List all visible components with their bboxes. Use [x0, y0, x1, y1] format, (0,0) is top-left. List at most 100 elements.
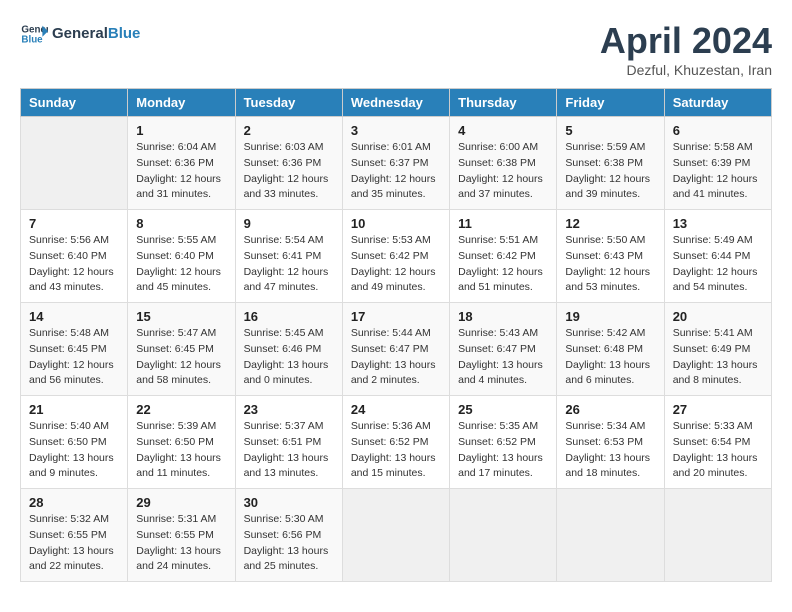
calendar-cell	[664, 489, 771, 582]
day-info: Sunrise: 5:34 AM Sunset: 6:53 PM Dayligh…	[565, 419, 655, 482]
day-number: 26	[565, 402, 655, 417]
calendar-week-1: 1 Sunrise: 6:04 AM Sunset: 6:36 PM Daylig…	[21, 117, 772, 210]
day-info: Sunrise: 6:00 AM Sunset: 6:38 PM Dayligh…	[458, 140, 548, 203]
calendar-week-5: 28Sunrise: 5:32 AM Sunset: 6:55 PM Dayli…	[21, 489, 772, 582]
day-info: Sunrise: 5:54 AM Sunset: 6:41 PM Dayligh…	[244, 233, 334, 296]
day-number: 14	[29, 309, 119, 324]
calendar-cell: 19 Sunrise: 5:42 AM Sunset: 6:48 PM Dayli…	[557, 303, 664, 396]
day-number: 8	[136, 216, 226, 231]
calendar-cell: 13 Sunrise: 5:49 AM Sunset: 6:44 PM Dayli…	[664, 210, 771, 303]
day-number: 23	[244, 402, 334, 417]
day-number: 1	[136, 123, 226, 138]
calendar-cell: 14 Sunrise: 5:48 AM Sunset: 6:45 PM Dayli…	[21, 303, 128, 396]
calendar-cell: 1 Sunrise: 6:04 AM Sunset: 6:36 PM Daylig…	[128, 117, 235, 210]
day-info: Sunrise: 5:33 AM Sunset: 6:54 PM Dayligh…	[673, 419, 763, 482]
calendar-cell	[21, 117, 128, 210]
day-info: Sunrise: 5:37 AM Sunset: 6:51 PM Dayligh…	[244, 419, 334, 482]
calendar-cell: 16Sunrise: 5:45 AM Sunset: 6:46 PM Dayli…	[235, 303, 342, 396]
weekday-saturday: Saturday	[664, 89, 771, 117]
day-info: Sunrise: 6:01 AM Sunset: 6:37 PM Dayligh…	[351, 140, 441, 203]
calendar-cell: 15 Sunrise: 5:47 AM Sunset: 6:45 PM Dayli…	[128, 303, 235, 396]
title-block: April 2024 Dezful, Khuzestan, Iran	[600, 20, 772, 78]
calendar-cell: 4 Sunrise: 6:00 AM Sunset: 6:38 PM Daylig…	[450, 117, 557, 210]
calendar-cell: 25 Sunrise: 5:35 AM Sunset: 6:52 PM Dayli…	[450, 396, 557, 489]
day-info: Sunrise: 6:03 AM Sunset: 6:36 PM Dayligh…	[244, 140, 334, 203]
day-number: 2	[244, 123, 334, 138]
day-number: 17	[351, 309, 441, 324]
day-number: 28	[29, 495, 119, 510]
day-info: Sunrise: 5:31 AM Sunset: 6:55 PM Dayligh…	[136, 512, 226, 575]
day-number: 20	[673, 309, 763, 324]
day-number: 29	[136, 495, 226, 510]
day-info: Sunrise: 5:43 AM Sunset: 6:47 PM Dayligh…	[458, 326, 548, 389]
calendar-cell: 17Sunrise: 5:44 AM Sunset: 6:47 PM Dayli…	[342, 303, 449, 396]
day-number: 18	[458, 309, 548, 324]
calendar-cell: 24Sunrise: 5:36 AM Sunset: 6:52 PM Dayli…	[342, 396, 449, 489]
day-number: 4	[458, 123, 548, 138]
day-number: 30	[244, 495, 334, 510]
day-number: 22	[136, 402, 226, 417]
calendar-cell: 26 Sunrise: 5:34 AM Sunset: 6:53 PM Dayli…	[557, 396, 664, 489]
calendar-cell	[557, 489, 664, 582]
day-info: Sunrise: 5:55 AM Sunset: 6:40 PM Dayligh…	[136, 233, 226, 296]
day-number: 3	[351, 123, 441, 138]
weekday-sunday: Sunday	[21, 89, 128, 117]
day-info: Sunrise: 5:59 AM Sunset: 6:38 PM Dayligh…	[565, 140, 655, 203]
day-info: Sunrise: 5:53 AM Sunset: 6:42 PM Dayligh…	[351, 233, 441, 296]
calendar-cell: 30 Sunrise: 5:30 AM Sunset: 6:56 PM Dayli…	[235, 489, 342, 582]
calendar-week-2: 7 Sunrise: 5:56 AM Sunset: 6:40 PM Daylig…	[21, 210, 772, 303]
calendar-cell: 9 Sunrise: 5:54 AM Sunset: 6:41 PM Daylig…	[235, 210, 342, 303]
calendar-cell	[450, 489, 557, 582]
calendar-cell: 11 Sunrise: 5:51 AM Sunset: 6:42 PM Dayli…	[450, 210, 557, 303]
day-info: Sunrise: 5:35 AM Sunset: 6:52 PM Dayligh…	[458, 419, 548, 482]
day-info: Sunrise: 5:41 AM Sunset: 6:49 PM Dayligh…	[673, 326, 763, 389]
day-info: Sunrise: 5:50 AM Sunset: 6:43 PM Dayligh…	[565, 233, 655, 296]
day-info: Sunrise: 5:47 AM Sunset: 6:45 PM Dayligh…	[136, 326, 226, 389]
calendar-cell: 27 Sunrise: 5:33 AM Sunset: 6:54 PM Dayli…	[664, 396, 771, 489]
day-number: 19	[565, 309, 655, 324]
day-number: 7	[29, 216, 119, 231]
day-number: 27	[673, 402, 763, 417]
day-number: 25	[458, 402, 548, 417]
day-number: 5	[565, 123, 655, 138]
calendar-table: SundayMondayTuesdayWednesdayThursdayFrid…	[20, 88, 772, 582]
weekday-wednesday: Wednesday	[342, 89, 449, 117]
calendar-cell: 18 Sunrise: 5:43 AM Sunset: 6:47 PM Dayli…	[450, 303, 557, 396]
svg-text:Blue: Blue	[21, 34, 43, 45]
logo-icon: General Blue	[20, 20, 48, 48]
day-number: 16	[244, 309, 334, 324]
calendar-cell: 22Sunrise: 5:39 AM Sunset: 6:50 PM Dayli…	[128, 396, 235, 489]
calendar-cell: 7 Sunrise: 5:56 AM Sunset: 6:40 PM Daylig…	[21, 210, 128, 303]
calendar-cell: 8 Sunrise: 5:55 AM Sunset: 6:40 PM Daylig…	[128, 210, 235, 303]
month-title: April 2024	[600, 20, 772, 62]
day-info: Sunrise: 5:49 AM Sunset: 6:44 PM Dayligh…	[673, 233, 763, 296]
logo: General Blue GeneralBlue	[20, 20, 140, 48]
day-number: 15	[136, 309, 226, 324]
weekday-header-row: SundayMondayTuesdayWednesdayThursdayFrid…	[21, 89, 772, 117]
weekday-thursday: Thursday	[450, 89, 557, 117]
calendar-body: 1 Sunrise: 6:04 AM Sunset: 6:36 PM Daylig…	[21, 117, 772, 582]
calendar-cell: 21Sunrise: 5:40 AM Sunset: 6:50 PM Dayli…	[21, 396, 128, 489]
calendar-cell: 23 Sunrise: 5:37 AM Sunset: 6:51 PM Dayli…	[235, 396, 342, 489]
calendar-cell	[342, 489, 449, 582]
calendar-cell: 3 Sunrise: 6:01 AM Sunset: 6:37 PM Daylig…	[342, 117, 449, 210]
day-info: Sunrise: 5:48 AM Sunset: 6:45 PM Dayligh…	[29, 326, 119, 389]
day-number: 13	[673, 216, 763, 231]
page-header: General Blue GeneralBlue April 2024 Dezf…	[20, 20, 772, 78]
day-info: Sunrise: 5:51 AM Sunset: 6:42 PM Dayligh…	[458, 233, 548, 296]
day-info: Sunrise: 6:04 AM Sunset: 6:36 PM Dayligh…	[136, 140, 226, 203]
day-number: 21	[29, 402, 119, 417]
day-info: Sunrise: 5:42 AM Sunset: 6:48 PM Dayligh…	[565, 326, 655, 389]
day-number: 10	[351, 216, 441, 231]
calendar-cell: 12Sunrise: 5:50 AM Sunset: 6:43 PM Dayli…	[557, 210, 664, 303]
calendar-cell: 28Sunrise: 5:32 AM Sunset: 6:55 PM Dayli…	[21, 489, 128, 582]
day-info: Sunrise: 5:56 AM Sunset: 6:40 PM Dayligh…	[29, 233, 119, 296]
logo-text: GeneralBlue	[52, 26, 140, 43]
calendar-cell: 6Sunrise: 5:58 AM Sunset: 6:39 PM Daylig…	[664, 117, 771, 210]
calendar-cell: 20 Sunrise: 5:41 AM Sunset: 6:49 PM Dayli…	[664, 303, 771, 396]
day-number: 11	[458, 216, 548, 231]
weekday-friday: Friday	[557, 89, 664, 117]
day-info: Sunrise: 5:30 AM Sunset: 6:56 PM Dayligh…	[244, 512, 334, 575]
day-info: Sunrise: 5:36 AM Sunset: 6:52 PM Dayligh…	[351, 419, 441, 482]
day-number: 9	[244, 216, 334, 231]
